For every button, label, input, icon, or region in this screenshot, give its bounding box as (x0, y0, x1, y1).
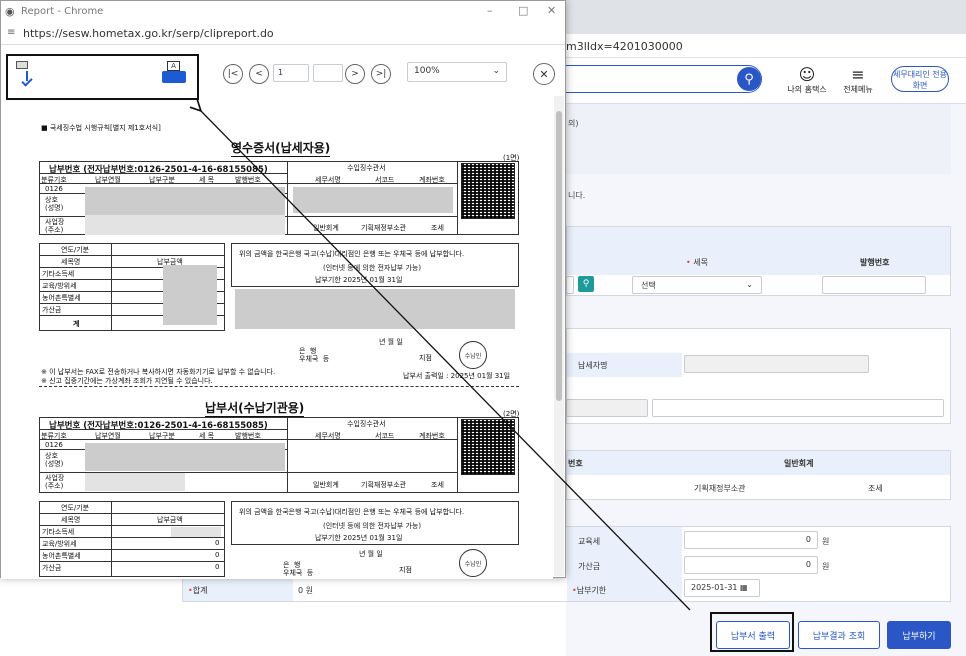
annotation-arrow (0, 0, 691, 611)
arrow-line (200, 110, 691, 611)
